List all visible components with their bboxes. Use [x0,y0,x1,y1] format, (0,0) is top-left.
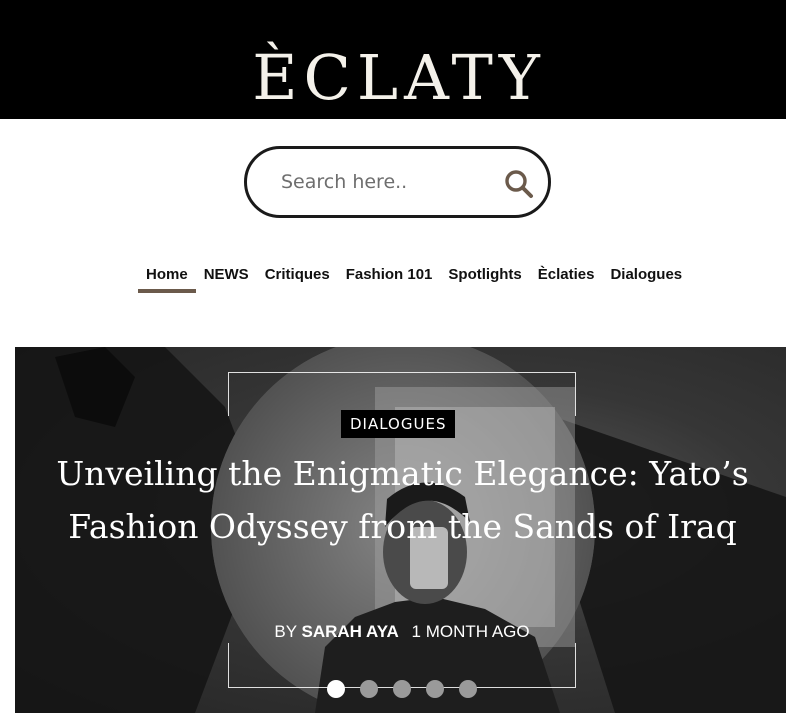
slider-dot-3[interactable] [393,680,411,698]
post-time: 1 MONTH AGO [411,622,530,641]
nav-item-eclaties[interactable]: Èclaties [530,262,603,292]
search-icon[interactable] [503,168,535,200]
post-meta: BY SARAH AYA 1 MONTH AGO [15,622,786,642]
nav-item-home[interactable]: Home [138,262,196,293]
nav-item-fashion-101[interactable]: Fashion 101 [338,262,441,292]
search-input[interactable] [281,167,481,197]
site-header: ÈCLATY [0,0,786,119]
main-nav: Home NEWS Critiques Fashion 101 Spotligh… [138,262,690,296]
search-box [244,146,551,218]
author-link[interactable]: SARAH AYA [301,622,398,641]
hero-slider[interactable]: DIALOGUES Unveiling the Enigmatic Elegan… [15,347,786,713]
by-label: BY [274,622,297,641]
slider-dot-4[interactable] [426,680,444,698]
nav-item-critiques[interactable]: Critiques [257,262,338,292]
slider-dot-5[interactable] [459,680,477,698]
slider-dot-2[interactable] [360,680,378,698]
site-logo[interactable]: ÈCLATY [0,38,786,118]
nav-item-dialogues[interactable]: Dialogues [602,262,690,292]
nav-item-spotlights[interactable]: Spotlights [440,262,529,292]
nav-item-news[interactable]: NEWS [196,262,257,292]
slider-dot-1[interactable] [327,680,345,698]
category-badge[interactable]: DIALOGUES [341,410,456,438]
slider-dots [327,680,492,698]
hero-headline[interactable]: Unveiling the Enigmatic Elegance: Yato’s… [35,447,770,553]
